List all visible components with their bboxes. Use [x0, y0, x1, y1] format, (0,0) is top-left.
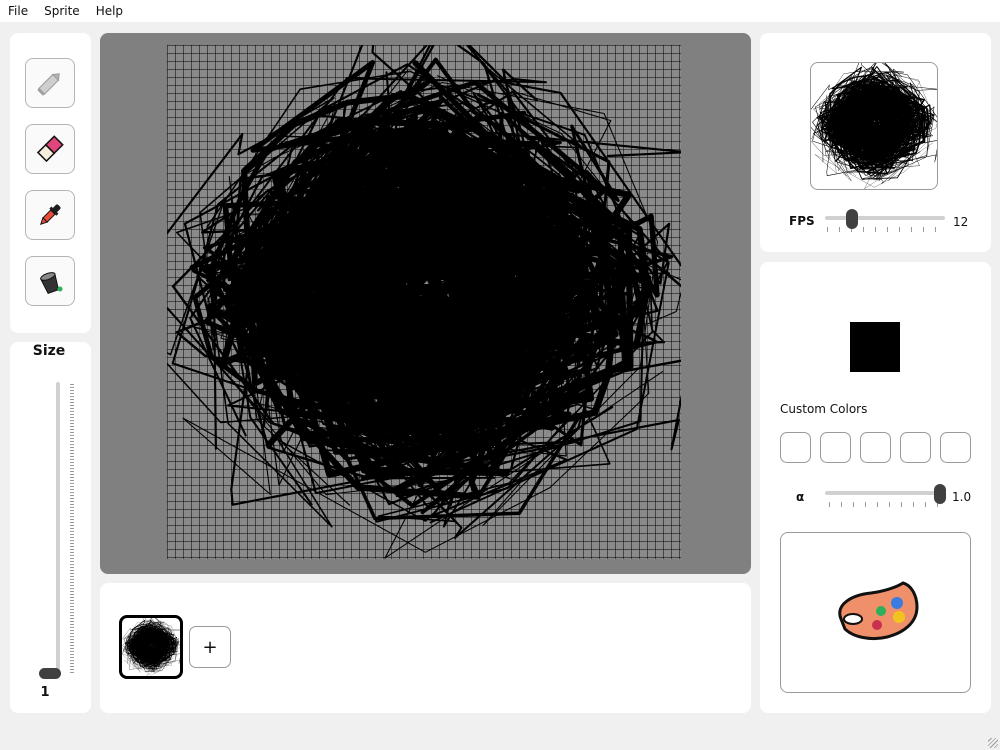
- fps-slider-track[interactable]: [825, 216, 945, 220]
- custom-color-swatch[interactable]: [780, 432, 811, 463]
- size-value: 1: [40, 685, 50, 700]
- size-slider-thumb[interactable]: [39, 668, 61, 679]
- custom-colors-title: Custom Colors: [780, 402, 868, 416]
- custom-color-swatch[interactable]: [820, 432, 851, 463]
- current-color-swatch[interactable]: [850, 322, 900, 372]
- menu-help[interactable]: Help: [88, 0, 131, 22]
- frame-thumbnail-image: [122, 618, 180, 676]
- palette-icon: [837, 580, 919, 640]
- add-frame-button[interactable]: +: [189, 626, 231, 668]
- frame-thumbnail[interactable]: [119, 615, 183, 679]
- animation-preview-image: [811, 63, 937, 189]
- pencil-icon: [37, 73, 60, 96]
- menu-file[interactable]: File: [0, 0, 36, 22]
- size-title: Size: [32, 343, 66, 359]
- eraser-tool-button[interactable]: [25, 124, 75, 174]
- drawing-canvas[interactable]: [167, 45, 681, 559]
- custom-color-swatch[interactable]: [940, 432, 971, 463]
- fps-slider-ticks: [827, 227, 945, 232]
- tools-panel: [10, 33, 91, 333]
- menu-bar: File Sprite Help: [0, 0, 1000, 22]
- size-slider-ticks: [70, 384, 74, 674]
- fill-bucket-tool-button[interactable]: [25, 256, 75, 306]
- pencil-tool-button[interactable]: [25, 58, 75, 108]
- alpha-slider-thumb[interactable]: [934, 484, 946, 504]
- eraser-icon: [36, 135, 64, 163]
- window-resize-grip[interactable]: [988, 738, 998, 748]
- eyedropper-icon: [40, 204, 61, 225]
- fill-bucket-icon: [40, 272, 63, 295]
- canvas-panel: [100, 33, 751, 574]
- fps-label: FPS: [789, 214, 815, 228]
- alpha-label: α: [796, 490, 805, 504]
- alpha-value: 1.0: [952, 490, 972, 504]
- custom-color-swatch[interactable]: [860, 432, 891, 463]
- preview-panel: FPS 12: [760, 33, 991, 252]
- animation-preview: [810, 62, 938, 190]
- color-panel: Custom Colors α 1.0: [760, 262, 991, 713]
- alpha-slider-ticks: [829, 502, 943, 507]
- size-slider-track[interactable]: [56, 382, 60, 674]
- fps-value: 12: [953, 215, 969, 229]
- eyedropper-tool-button[interactable]: [25, 190, 75, 240]
- menu-sprite[interactable]: Sprite: [36, 0, 88, 22]
- alpha-slider-track[interactable]: [825, 491, 939, 495]
- palette-button[interactable]: [780, 532, 971, 693]
- frames-panel: +: [100, 583, 751, 713]
- custom-color-swatch[interactable]: [900, 432, 931, 463]
- fps-slider-thumb[interactable]: [846, 209, 858, 229]
- size-panel: Size 1: [10, 342, 91, 713]
